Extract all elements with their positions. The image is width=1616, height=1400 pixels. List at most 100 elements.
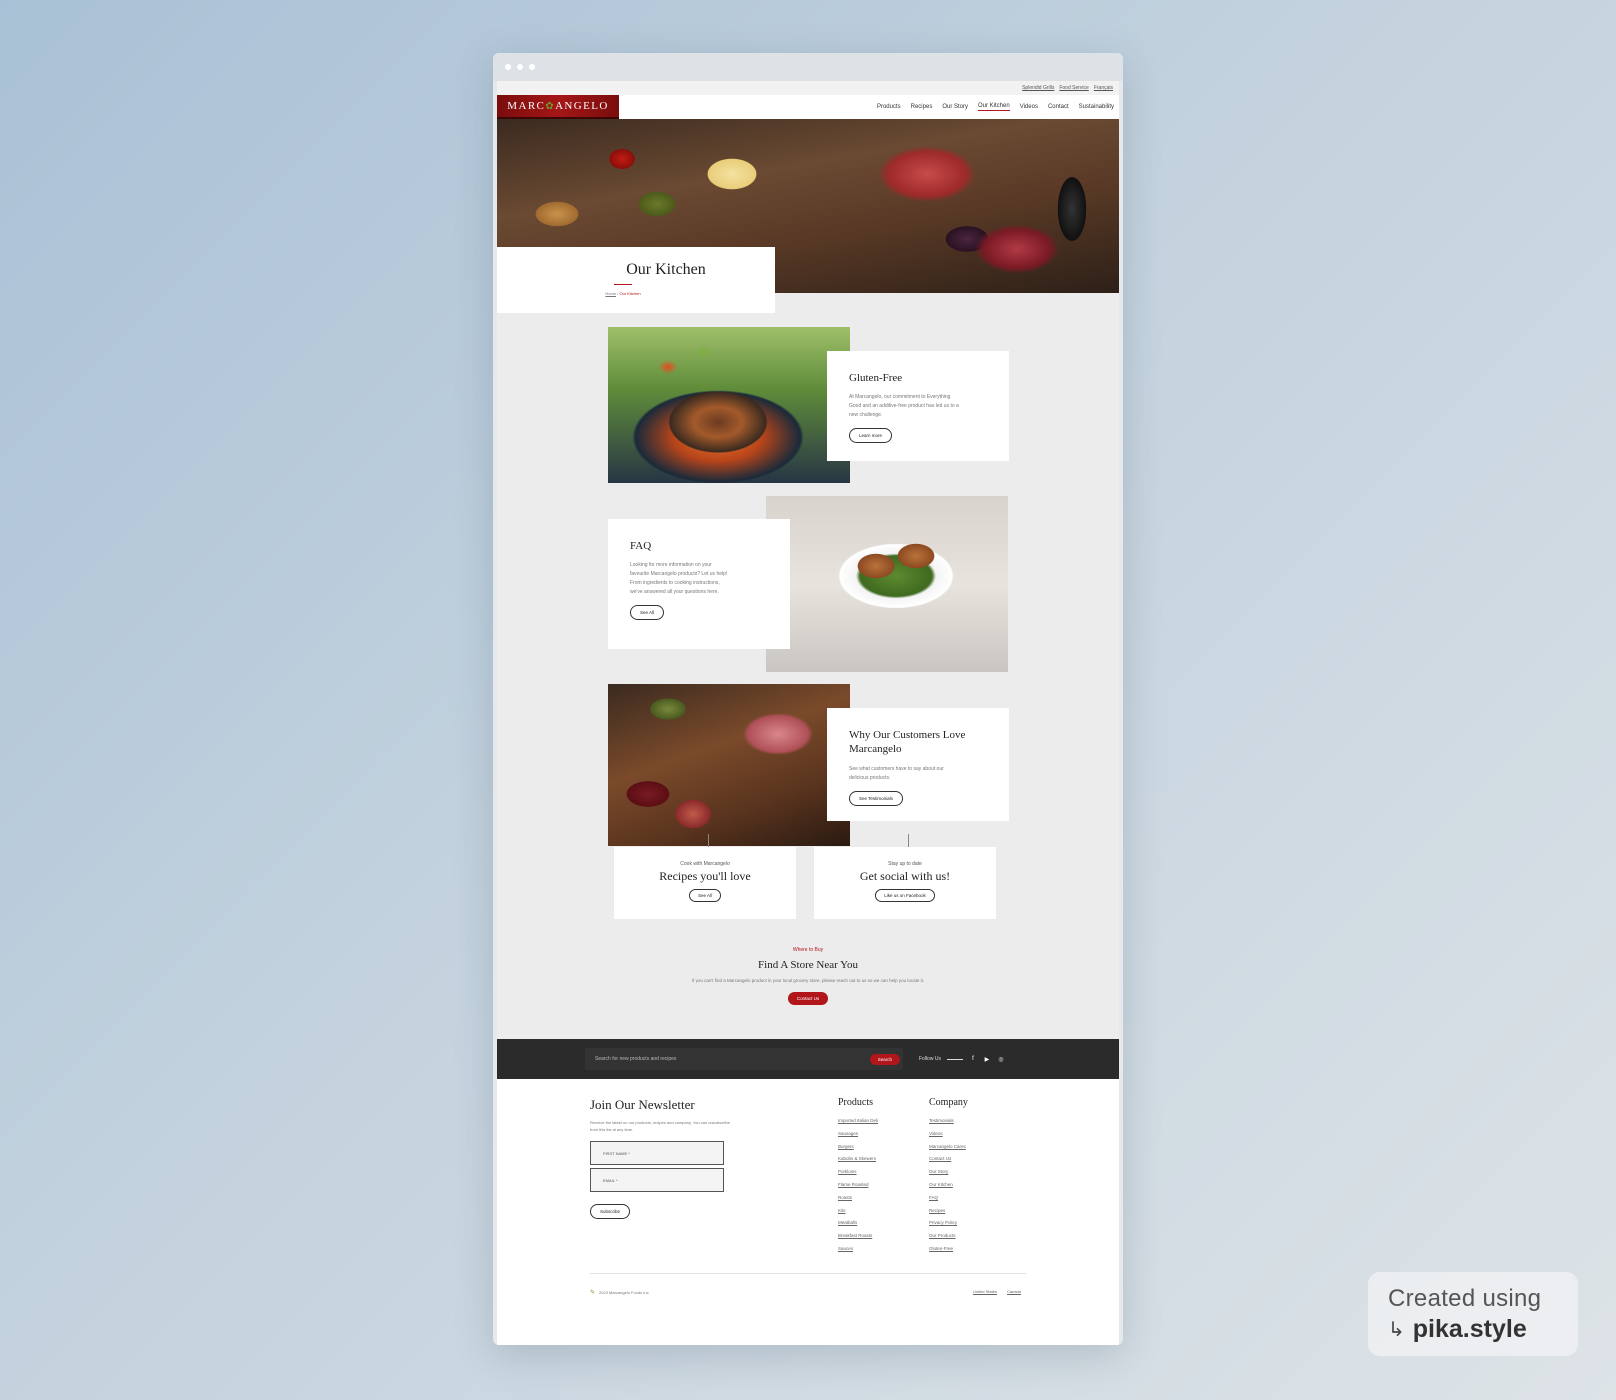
footer-link[interactable]: Privacy Policy [929, 1217, 968, 1230]
instagram-icon[interactable]: ◎ [997, 1056, 1005, 1063]
plate-photo [766, 496, 1008, 672]
search-placeholder: Search for new products and recipes [595, 1056, 677, 1062]
footer-link[interactable]: Our Story [929, 1166, 968, 1179]
learn-more-button[interactable]: Learn more [849, 428, 893, 444]
subscribe-button[interactable]: Subscribe [590, 1204, 631, 1220]
grill-photo [608, 327, 850, 483]
breadcrumb-home[interactable]: Home [605, 291, 616, 296]
store-text: If you can't find a Marcangelo product i… [691, 978, 925, 983]
copyright-text: 2023 Marcangelo Foods Inc [599, 1290, 649, 1295]
store-title: Find A Store Near You [758, 959, 858, 971]
newsletter-form: Join Our Newsletter Receive the latest o… [590, 1097, 740, 1220]
leaf-icon: ✎ [590, 1290, 596, 1296]
find-store-section: Where to Buy Find A Store Near You If yo… [497, 947, 1119, 1005]
recipes-promo: Cook with Marcangelo Recipes you'll love… [614, 847, 796, 919]
nav-our-story[interactable]: Our Story [942, 104, 968, 110]
window-titlebar [493, 53, 1123, 81]
region-united-states[interactable]: United States [973, 1289, 997, 1294]
region-links: United States Canada [973, 1289, 1021, 1294]
utility-link-splendid-grills[interactable]: Splendid Grills [1022, 85, 1054, 91]
social-promo: Stay up to date Get social with us! Like… [814, 847, 996, 919]
facebook-like-button[interactable]: Like us on Facebook [875, 889, 935, 902]
utility-bar: Splendid Grills Food Service Français [497, 81, 1119, 95]
pika-style-badge: Created using ↳ pika.style [1368, 1272, 1578, 1356]
email-field[interactable]: EMAIL * [590, 1168, 724, 1193]
site-footer: Join Our Newsletter Receive the latest o… [497, 1079, 1119, 1345]
brand-logo[interactable]: MARC ✿ ANGELO [497, 95, 619, 119]
customers-title: Why Our Customers Love Marcangelo [849, 729, 966, 756]
recipes-eyebrow: Cook with Marcangelo [680, 861, 730, 867]
deli-board-photo [608, 684, 850, 846]
footer-link[interactable]: Kits [838, 1205, 878, 1218]
customers-text: See what customers have to say about our… [849, 765, 944, 781]
footer-link[interactable]: Recipes [929, 1205, 968, 1218]
breadcrumb: Home / Our Kitchen [605, 291, 641, 296]
search-input[interactable]: Search for new products and recipes Sear… [585, 1048, 903, 1070]
see-testimonials-button[interactable]: See Testimonials [849, 790, 903, 806]
title-divider [614, 284, 632, 285]
badge-line2: ↳ pika.style [1388, 1314, 1527, 1343]
region-canada[interactable]: Canada [1007, 1289, 1021, 1294]
footer-link[interactable]: FAQ [929, 1192, 968, 1205]
faq-title: FAQ [630, 540, 652, 552]
youtube-icon[interactable]: ▶ [983, 1056, 991, 1063]
customers-card: Why Our Customers Love Marcangelo See wh… [827, 708, 1009, 821]
first-name-field[interactable]: FIRST NAME * [590, 1141, 724, 1166]
footer-link[interactable]: Our Products [929, 1230, 968, 1243]
footer-link[interactable]: Breakfast Roasts [838, 1230, 878, 1243]
faq-card: FAQ Looking for more information on your… [608, 519, 790, 649]
footer-link[interactable]: Kabobs & Skewers [838, 1153, 878, 1166]
footer-link[interactable]: Sauces [838, 1243, 878, 1256]
connector-line [908, 834, 909, 847]
breadcrumb-current: Our Kitchen [619, 291, 641, 296]
footer-products-title: Products [838, 1097, 873, 1108]
nav-contact[interactable]: Contact [1048, 104, 1069, 110]
social-title: Get social with us! [859, 869, 951, 883]
footer-link[interactable]: Our Kitchen [929, 1179, 968, 1192]
faq-see-all-button[interactable]: See All [630, 605, 665, 621]
footer-link[interactable]: Sausages [838, 1128, 878, 1141]
footer-link[interactable]: Videos [929, 1128, 968, 1141]
search-button[interactable]: Search [869, 1053, 900, 1065]
footer-link[interactable]: Roasts [838, 1192, 878, 1205]
faq-text: Looking for more information on your fav… [630, 562, 728, 596]
facebook-icon[interactable]: f [969, 1056, 977, 1062]
badge-line1: Created using [1388, 1284, 1542, 1312]
footer-link[interactable]: Testimonials [929, 1115, 968, 1128]
footer-link[interactable]: Meatballs [838, 1217, 878, 1230]
footer-link[interactable]: Burgers [838, 1141, 878, 1154]
social-eyebrow: Stay up to date [888, 861, 922, 867]
nav-products[interactable]: Products [877, 104, 901, 110]
contact-us-button[interactable]: Contact Us [787, 991, 829, 1005]
window-dot-icon[interactable] [529, 64, 535, 70]
nav-our-kitchen[interactable]: Our Kitchen [978, 103, 1010, 111]
footer-link[interactable]: Porkloins [838, 1166, 878, 1179]
web-page: Splendid Grills Food Service Français MA… [497, 81, 1119, 1345]
hero-title-box: Our Kitchen Home / Our Kitchen [497, 247, 775, 313]
follow-divider [946, 1058, 963, 1060]
window-dot-icon[interactable] [505, 64, 511, 70]
recipes-see-all-button[interactable]: See All [688, 889, 721, 902]
window-dot-icon[interactable] [517, 64, 523, 70]
nav-sustainability[interactable]: Sustainability [1079, 104, 1114, 110]
gluten-free-card: Gluten-Free At Marcangelo, our commitmen… [827, 351, 1009, 461]
nav-recipes[interactable]: Recipes [911, 104, 933, 110]
footer-company-title: Company [929, 1097, 968, 1108]
footer-link[interactable]: Flame Roasted [838, 1179, 878, 1192]
browser-window: Splendid Grills Food Service Français MA… [493, 53, 1123, 1345]
store-eyebrow: Where to Buy [792, 947, 824, 953]
return-arrow-icon: ↳ [1388, 1318, 1405, 1341]
utility-link-francais[interactable]: Français [1094, 85, 1113, 91]
gluten-free-title: Gluten-Free [849, 372, 903, 384]
main-nav: MARC ✿ ANGELO Products Recipes Our Story O… [497, 95, 1119, 119]
copyright: ✎ 2023 Marcangelo Foods Inc [590, 1289, 649, 1296]
page-title: Our Kitchen [626, 261, 706, 278]
leaf-icon: ✿ [545, 100, 556, 112]
follow-us-label: Follow Us [919, 1056, 941, 1062]
nav-videos[interactable]: Videos [1020, 104, 1038, 110]
footer-link[interactable]: Contact Us [929, 1153, 968, 1166]
footer-link[interactable]: Imported Italian Deli [838, 1115, 878, 1128]
utility-link-food-service[interactable]: Food Service [1059, 85, 1088, 91]
footer-link[interactable]: Marcangelo Cares [929, 1141, 968, 1154]
footer-link[interactable]: Gluten-Free [929, 1243, 968, 1256]
